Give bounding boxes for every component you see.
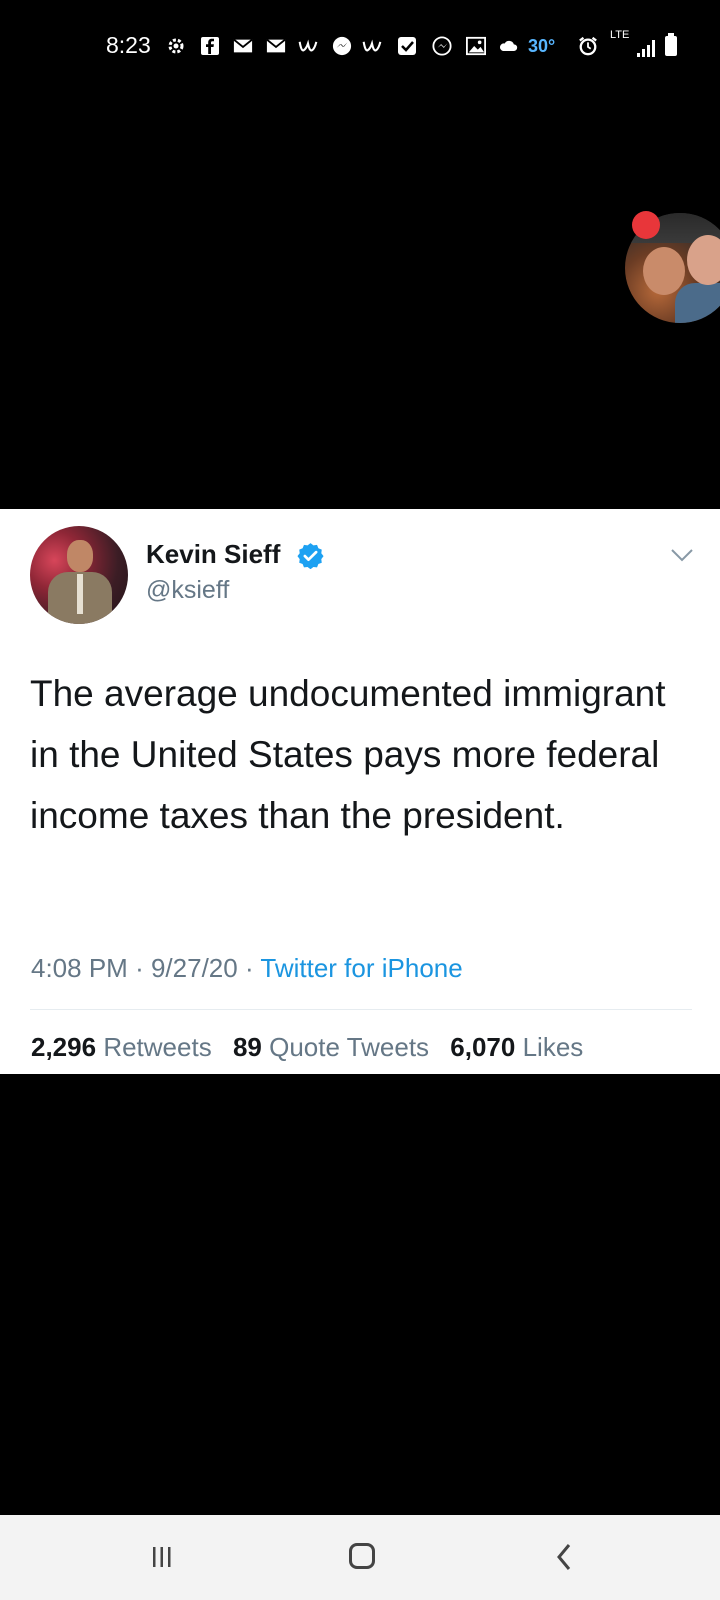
quote-tweets-label: Quote Tweets	[269, 1032, 430, 1062]
tweet-metadata: 4:08 PM · 9/27/20 · Twitter for iPhone	[31, 953, 463, 984]
tweet-stats: 2,296 Retweets 89 Quote Tweets 6,070 Lik…	[31, 1032, 583, 1063]
retweets-stat[interactable]: 2,296 Retweets	[31, 1032, 212, 1062]
quote-tweets-count: 89	[232, 1032, 262, 1062]
tweet-author-handle[interactable]: @ksieff	[146, 576, 229, 605]
chevron-down-icon[interactable]	[670, 547, 694, 563]
back-icon[interactable]	[556, 1543, 572, 1571]
separator: ·	[244, 953, 254, 983]
notification-badge	[632, 211, 660, 239]
retweets-label: Retweets	[103, 1032, 212, 1062]
alarm-icon	[578, 36, 598, 56]
battery-icon	[665, 33, 677, 56]
signal-icon	[636, 38, 658, 58]
verified-badge-icon	[297, 542, 324, 570]
tweet-card: Kevin Sieff @ksieff The average undocume…	[0, 509, 720, 1074]
chat-head-face	[687, 235, 720, 285]
gallery-icon	[466, 36, 486, 56]
messenger-icon	[332, 36, 352, 56]
messenger-icon	[432, 36, 452, 56]
facebook-icon	[200, 36, 220, 56]
likes-stat[interactable]: 6,070 Likes	[450, 1032, 583, 1062]
quote-tweets-stat[interactable]: 89 Quote Tweets	[233, 1032, 429, 1062]
likes-count: 6,070	[450, 1032, 516, 1062]
separator: ·	[135, 953, 144, 983]
chat-head-face	[643, 247, 685, 295]
likes-label: Likes	[522, 1032, 584, 1062]
status-bar: 8:23 30° LTE	[0, 0, 720, 90]
avatar-head	[67, 540, 93, 572]
chat-head-person	[675, 283, 720, 323]
weather-app-icon	[298, 36, 318, 56]
retweets-count: 2,296	[31, 1032, 97, 1062]
settings-icon	[166, 36, 186, 56]
cloud-icon	[498, 36, 518, 56]
gmail-icon	[266, 36, 286, 56]
gmail-icon	[233, 36, 253, 56]
checkbox-icon	[397, 36, 417, 56]
tweet-author-name[interactable]: Kevin Sieff	[146, 539, 280, 570]
tweet-date: 9/27/20	[150, 953, 238, 983]
temperature-label: 30°	[528, 36, 556, 56]
tweet-text: The average undocumented immigrant in th…	[30, 673, 666, 836]
tweet-time: 4:08 PM	[31, 953, 128, 983]
divider	[30, 1009, 692, 1010]
weather-app-icon	[362, 36, 382, 56]
network-type-label: LTE	[610, 29, 630, 41]
avatar-tie	[77, 574, 83, 614]
status-time: 8:23	[106, 32, 151, 58]
navigation-bar	[0, 1515, 720, 1600]
recent-apps-icon[interactable]	[150, 1545, 174, 1569]
tweet-source-link[interactable]: Twitter for iPhone	[260, 953, 462, 983]
home-button-icon[interactable]	[349, 1543, 375, 1569]
avatar[interactable]	[30, 526, 128, 624]
